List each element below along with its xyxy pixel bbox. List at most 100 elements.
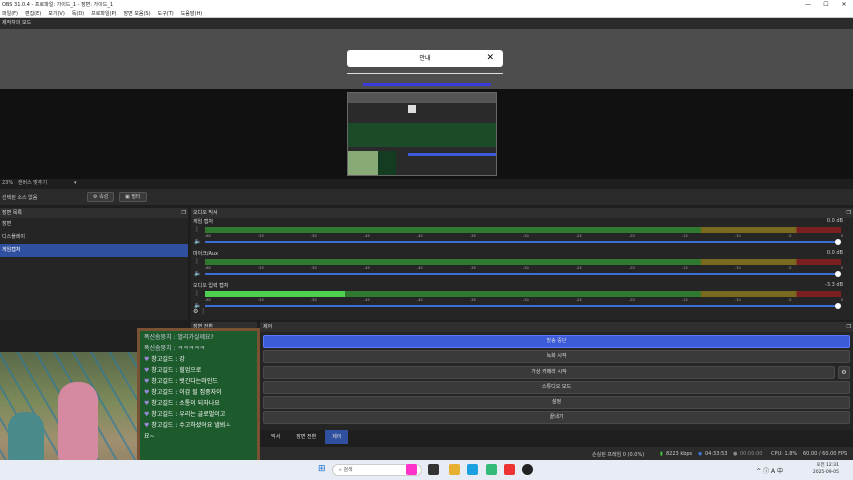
speaker-icon[interactable]: 🔈 xyxy=(194,238,201,245)
app-icon[interactable] xyxy=(428,464,439,475)
chrome-icon[interactable] xyxy=(504,464,515,475)
tick-label: -20 xyxy=(629,234,635,238)
tick-label: 0 xyxy=(841,298,844,302)
zoom-select[interactable]: 캔버스 맞추기 xyxy=(18,180,47,186)
dock-icon[interactable]: ❐ xyxy=(847,208,851,218)
menu-view[interactable]: 보기(V) xyxy=(48,10,65,17)
volume-meter xyxy=(205,227,841,233)
menu-help[interactable]: 도움말(H) xyxy=(181,10,202,17)
scene-item[interactable]: 디스플레이 xyxy=(0,231,188,244)
start-recording-button[interactable]: 녹화 시작 xyxy=(263,350,850,363)
tick-label: -5 xyxy=(788,298,792,302)
tick-label: -10 xyxy=(735,298,741,302)
tick-label: -5 xyxy=(788,234,792,238)
channel-db: -3.3 dB xyxy=(825,282,843,288)
slider-knob[interactable] xyxy=(835,239,841,245)
edge-icon[interactable] xyxy=(467,464,478,475)
speaker-icon[interactable]: 🔈 xyxy=(194,270,201,277)
close-icon[interactable]: ✕ xyxy=(486,50,494,67)
chat-message: ♥ 창고길드 : 힐업으로 xyxy=(140,364,257,375)
properties-button[interactable]: ⚙ 속성 xyxy=(87,192,115,202)
chat-message: 요~ xyxy=(140,430,257,441)
volume-meter xyxy=(205,291,841,297)
tick-label: -40 xyxy=(417,266,423,270)
tab-mixer[interactable]: 믹서 xyxy=(264,430,287,444)
tick-label: -50 xyxy=(311,298,317,302)
app-icon[interactable] xyxy=(486,464,497,475)
maximize-button[interactable]: ☐ xyxy=(817,0,835,9)
obs-icon[interactable] xyxy=(522,464,533,475)
mixer-channel: 마이크/Aux 0.0 dB ⋮ 🔈 -60 -55 -50 -45 -40 -35 -30 -25-… xyxy=(191,250,853,280)
tick-label: -60 xyxy=(205,298,211,302)
studio-mode-button[interactable]: 스튜디오 모드 xyxy=(263,381,850,394)
tick-label: 0 xyxy=(841,266,844,270)
close-button[interactable]: ✕ xyxy=(835,0,853,9)
settings-button[interactable]: 설정 xyxy=(263,396,850,409)
menu-file[interactable]: 파일(F) xyxy=(2,10,18,17)
cpu-usage: CPU: 1.8% xyxy=(771,451,798,457)
scene-item-selected[interactable]: 게임캡처 xyxy=(0,244,188,257)
gear-icon[interactable]: ⚙ xyxy=(838,366,850,379)
system-tray[interactable]: ^ ⓘ A 中 xyxy=(756,466,783,475)
tick-label: -55 xyxy=(258,266,264,270)
tab-transitions[interactable]: 장면 전환 xyxy=(289,430,323,444)
channel-db: 0.0 dB xyxy=(826,250,843,256)
preview-label: 제작자의 모드 xyxy=(2,20,32,26)
menu-tools[interactable]: 도구(T) xyxy=(158,10,174,17)
chat-message: ♥ 창고길드 : 우리는 글로벌이고 xyxy=(140,408,257,419)
audio-mixer-dock: 오디오 믹서 ❐ 게임 캡처 0.0 dB ⋮ 🔈 -60 -55 -50 -45 -40 -35-… xyxy=(191,208,853,320)
fps: 60.00 / 60.00 FPS xyxy=(803,451,848,457)
stop-stream-button[interactable]: 방송 중단 xyxy=(263,335,850,348)
volume-slider[interactable] xyxy=(205,241,837,243)
meter-ticks: -60 -55 -50 -45 -40 -35 -30 -25 -20 -15 -10 -5 0 xyxy=(205,266,844,271)
tick-label: -15 xyxy=(682,298,688,302)
exit-button[interactable]: 끝내기 xyxy=(263,411,850,424)
menu-icon[interactable]: ⋮ xyxy=(194,226,200,233)
menu-icon[interactable]: ⋮ xyxy=(194,258,200,265)
tick-label: -20 xyxy=(629,266,635,270)
tick-label: -55 xyxy=(258,298,264,302)
menu-edit[interactable]: 편집(E) xyxy=(25,10,41,17)
scene-item[interactable]: 장면 xyxy=(0,218,188,231)
progress-bar xyxy=(363,83,491,86)
zoom-value: 23% xyxy=(2,180,14,186)
tab-controls[interactable]: 제어 xyxy=(325,430,349,444)
start-virtual-camera-button[interactable]: 가상 카메라 시작 xyxy=(263,366,835,379)
rec-icon: ● xyxy=(733,451,738,457)
chat-text: 창고길드 : 수고하셨어요 낼뵈ㅗ xyxy=(151,422,231,429)
tick-label: -45 xyxy=(364,234,370,238)
meter-ticks: -60 -55 -50 -45 -40 -35 -30 -25 -20 -15 -10 -5 0 xyxy=(205,234,843,239)
scenes-title: 장면 목록 xyxy=(2,210,22,216)
dock-icon[interactable]: ❐ xyxy=(847,322,851,332)
menu-profile[interactable]: 프로파일(P) xyxy=(91,10,116,17)
windows-start-icon[interactable]: ⊞ xyxy=(318,464,326,474)
clock[interactable]: 오전 12:31 2025-09-05 xyxy=(813,462,839,476)
minimize-button[interactable]: — xyxy=(799,0,817,9)
tick-label: -50 xyxy=(311,234,317,238)
dock-icon[interactable]: ❐ xyxy=(182,208,186,218)
live-time: 04:33:53 xyxy=(705,451,728,457)
slider-knob[interactable] xyxy=(835,271,841,277)
app-icon[interactable] xyxy=(406,464,417,475)
slider-knob[interactable] xyxy=(835,303,841,309)
menu-icon[interactable]: ⋮ xyxy=(194,290,200,297)
tick-label: -20 xyxy=(629,298,635,302)
volume-slider[interactable] xyxy=(205,273,837,275)
chat-message: 폭신솜뭉치 : 멀리가실께요? xyxy=(140,331,257,342)
tick-label: -35 xyxy=(470,234,476,238)
source-toolbar: 선택된 소스 없음 ⚙ 속성 ▣ 필터 xyxy=(0,189,853,205)
chat-message: ♥ 창고길드 : 이감 될 집중자이 xyxy=(140,386,257,397)
menu-scene-collection[interactable]: 장면 모음(S) xyxy=(123,10,150,17)
menu-dock[interactable]: 독(D) xyxy=(72,10,84,17)
tick-label: -45 xyxy=(364,298,370,302)
volume-slider[interactable] xyxy=(205,305,837,307)
filters-button[interactable]: ▣ 필터 xyxy=(119,192,147,202)
chat-message: ♥ 창고길드 : 벗긴다는마인드 xyxy=(140,375,257,386)
folder-icon[interactable] xyxy=(449,464,460,475)
tick-label: -25 xyxy=(576,266,582,270)
chevron-down-icon[interactable]: ▾ xyxy=(74,179,77,188)
tick-label: -10 xyxy=(735,234,741,238)
mixer-settings-icon[interactable]: ⚙ ⋮ xyxy=(193,308,206,315)
menu-bar: 파일(F) 편집(E) 보기(V) 독(D) 프로파일(P) 장면 모음(S) … xyxy=(0,9,853,18)
meter-level xyxy=(205,291,345,297)
